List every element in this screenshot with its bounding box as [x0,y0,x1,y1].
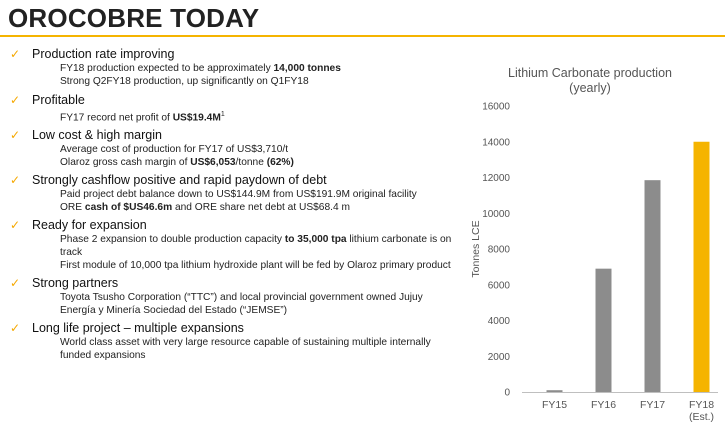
page-title: OROCOBRE TODAY [8,3,260,33]
detail-text: 1 [220,111,225,118]
bullet-detail: Toyota Tsusho Corporation (“TTC”) and lo… [60,291,455,317]
check-mark-icon: ✓ [10,93,21,107]
bullet-heading: Low cost & high margin [32,128,162,143]
bullet-item: ✓ Production rate improving FY18 productio… [0,46,455,88]
y-tick-label: 14000 [482,137,510,148]
detail-text: /tonne [235,157,267,169]
bullet-detail: Average cost of production for FY17 of U… [60,143,455,156]
y-tick-label: 0 [504,388,510,399]
chart-title: Lithium Carbonate production [508,66,672,80]
emphasis-text: (62%) [266,157,294,169]
detail-text: Phase 2 expansion to double production c… [60,234,285,246]
bullet-item: ✓ Long life project – multiple expansions… [0,320,455,362]
production-chart: Lithium Carbonate production(yearly) 0 200… [470,66,718,423]
check-mark-icon: ✓ [10,218,21,233]
detail-text: Toyota Tsusho Corporation (“TTC”) and lo… [60,292,423,317]
bullet-heading: Long life project – multiple expansions [32,321,244,336]
bullet-item: ✓ Strongly cashflow positive and rapid pa… [0,172,455,214]
y-tick-label: 2000 [488,352,511,363]
emphasis-text: 14,000 tonnes [273,63,341,74]
bullet-heading: Strongly cashflow positive and rapid pay… [32,173,327,188]
bar [546,390,563,392]
bullet-detail: ORE cash of $US46.6m and ORE share net d… [60,201,455,214]
detail-text: Olaroz gross cash margin of [60,157,191,169]
y-tick-label: 8000 [488,245,511,256]
y-tick-label: 16000 [482,102,510,113]
bullet-heading: Strong partners [32,276,119,291]
emphasis-text: to 35,000 tpa [284,234,347,246]
x-tick-label: (Est.) [689,411,714,423]
bar [595,268,612,392]
x-tick-label: FY18 [689,399,714,411]
x-tick-label: FY17 [640,399,665,411]
bullet-item: ✓ Strong partners Toyota Tsusho Corporatio… [0,275,455,317]
y-tick-label: 12000 [482,173,510,184]
bullet-heading: Production rate improving [32,47,175,61]
check-mark-icon: ✓ [10,321,21,336]
bullet-detail: FY17 record net profit of US$19.4M1 [60,108,455,124]
check-mark-icon: ✓ [10,173,21,188]
bullet-heading: Ready for expansion [32,218,147,233]
detail-text: FY18 production expected to be approxima… [60,63,274,74]
bullet-detail: Strong Q2FY18 production, up significant… [60,75,455,88]
bullet-detail: Olaroz gross cash margin of US$6,053/ton… [60,156,455,169]
check-mark-icon: ✓ [10,276,21,291]
y-tick-label: 4000 [488,316,511,327]
bullet-heading: Profitable [32,93,85,107]
detail-text: ORE [60,202,85,214]
y-tick-label: 10000 [482,209,510,220]
title-underline [0,35,725,37]
x-tick-label: FY15 [542,399,567,411]
bullet-detail: FY18 production expected to be approxima… [60,62,455,75]
bullet-item: ✓ Low cost & high margin Average cost of p… [0,127,455,169]
bar [693,141,710,392]
chart-subtitle: (yearly) [569,81,611,95]
detail-text: and ORE share net debt at US$68.4 m [172,202,350,214]
x-tick-label: FY16 [591,399,616,411]
emphasis-text: US$6,053 [190,157,236,169]
bullet-detail: First module of 10,000 tpa lithium hydro… [60,259,455,272]
detail-text: World class asset with very large resour… [60,337,431,362]
bullet-item: ✓ Profitable FY17 record net profit of US$… [0,92,455,124]
detail-text: Average cost of production for FY17 of U… [60,144,289,156]
detail-text: Strong Q2FY18 production, up significant… [60,76,309,87]
detail-text: First module of 10,000 tpa lithium hydro… [60,260,451,272]
emphasis-text: cash of $US46.6m [84,202,173,214]
check-mark-icon: ✓ [10,47,21,61]
check-mark-icon: ✓ [10,128,21,143]
detail-text: FY17 record net profit of [60,112,173,124]
bullet-detail: Phase 2 expansion to double production c… [60,233,455,259]
y-axis-label: Tonnes LCE [470,220,482,277]
bar [644,180,661,392]
y-tick-label: 6000 [488,280,511,291]
bullet-item: ✓ Ready for expansion Phase 2 expansion to… [0,217,455,272]
bullet-list: ✓ Production rate improving FY18 productio… [0,46,455,362]
bullet-detail: World class asset with very large resour… [60,336,455,362]
detail-text: Paid project debt balance down to US$144… [60,189,417,201]
bullet-detail: Paid project debt balance down to US$144… [60,188,455,201]
emphasis-text: US$19.4M [172,112,221,124]
